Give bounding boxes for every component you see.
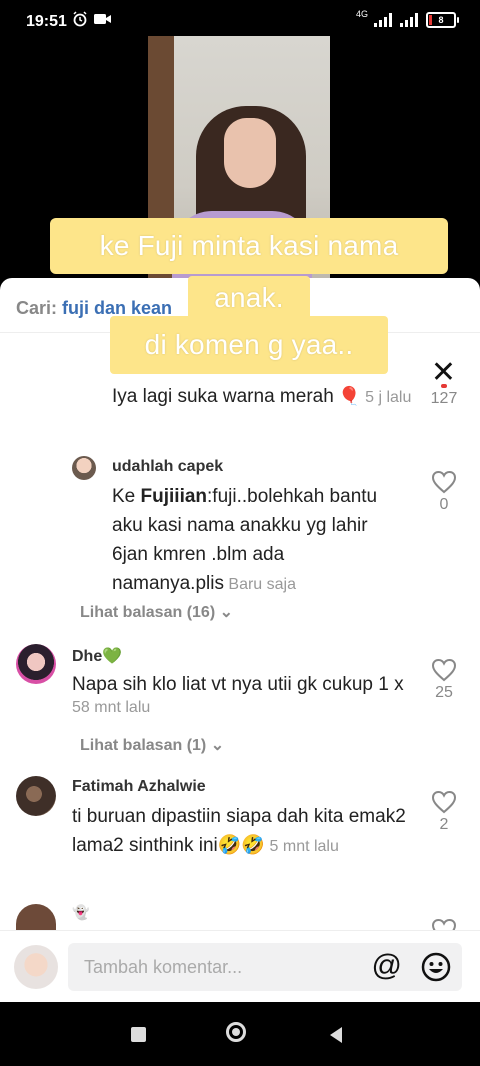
comment-time: Baru saja [228, 576, 296, 593]
chevron-down-icon: ⌄ [210, 737, 225, 754]
like-count: 0 [439, 496, 449, 513]
video-caption-line-2: anak. [188, 276, 310, 320]
video-caption-line-3: di komen g yaa.. [110, 316, 388, 374]
back-icon[interactable] [328, 1026, 344, 1044]
avatar[interactable] [16, 776, 56, 816]
comment-time: 5 j lalu [365, 389, 412, 406]
comment-item: Iya lagi suka warna merah 🎈 5 j lalu [112, 382, 422, 412]
video-camera-icon [94, 14, 111, 24]
like-button[interactable] [431, 918, 457, 930]
heart-icon [431, 658, 457, 682]
comment-input-placeholder: Tambah komentar... [84, 957, 243, 977]
comment-composer: Tambah komentar... @ [0, 930, 480, 1003]
comment-input[interactable]: Tambah komentar... @ [68, 943, 462, 991]
comments-sheet: Cari: fuji dan kean ✕ Iya lagi suka warn… [0, 278, 480, 1002]
like-button[interactable]: 0 [424, 470, 464, 514]
reply-mention[interactable]: Fujiiian [141, 486, 208, 507]
comment-item: Napa sih klo liat vt nya utii gk cukup 1… [72, 670, 417, 717]
comment-text: Iya lagi suka warna merah [112, 386, 334, 407]
view-replies-label: Lihat balasan (1) [80, 737, 207, 754]
alarm-icon [73, 11, 87, 27]
heart-icon [431, 790, 457, 814]
heart-emoji: 🎈 [338, 386, 361, 406]
heart-icon [431, 918, 457, 930]
comment-prefix: Ke [112, 486, 141, 507]
status-icons [72, 11, 112, 27]
network-type: 4G [355, 9, 368, 19]
comment-author[interactable]: udahlah capek [112, 458, 223, 476]
comment-text: Napa sih klo liat vt nya utii gk cukup 1… [72, 674, 404, 695]
home-button[interactable] [226, 1022, 246, 1042]
system-nav-bar [0, 1002, 480, 1066]
status-time: 19:51 [26, 13, 67, 30]
comment-item: ti buruan dipastiin siapa dah kita emak2… [72, 802, 417, 860]
comment-author[interactable]: Fatimah Azhalwie [72, 778, 206, 796]
avatar[interactable] [16, 904, 56, 930]
avatar[interactable] [72, 456, 96, 480]
at-icon[interactable]: @ [372, 949, 402, 983]
search-term[interactable]: fuji dan kean [62, 298, 172, 318]
emoji-icon[interactable] [420, 951, 452, 983]
comment-text: ti buruan dipastiin siapa dah kita emak2… [72, 806, 406, 856]
chevron-down-icon: ⌄ [219, 604, 234, 621]
view-replies-link[interactable]: Lihat balasan (16) ⌄ [80, 602, 233, 622]
like-count: 2 [439, 816, 449, 833]
view-replies-label: Lihat balasan (16) [80, 604, 216, 621]
comment-item: Ke Fujiiian:fuji..bolehkah bantu aku kas… [112, 482, 392, 598]
like-count: 127 [430, 390, 458, 407]
like-button[interactable]: 2 [424, 790, 464, 834]
battery-icon: 8 [426, 12, 459, 28]
video-caption-line-1: ke Fuji minta kasi nama [50, 218, 448, 274]
avatar[interactable] [16, 644, 56, 684]
comment-time: 58 mnt lalu [72, 699, 151, 716]
comment-author[interactable]: 👻 [72, 904, 89, 928]
recents-button[interactable] [131, 1027, 146, 1042]
search-label: Cari: [16, 298, 58, 318]
like-count: 25 [435, 684, 453, 701]
my-avatar[interactable] [14, 945, 58, 989]
signal-icon-2 [400, 13, 418, 27]
heart-icon [441, 384, 447, 388]
view-replies-link[interactable]: Lihat balasan (1) ⌄ [80, 735, 224, 755]
like-button[interactable]: 25 [424, 658, 464, 702]
signal-icon [374, 13, 392, 27]
comment-author[interactable]: Dhe💚 [72, 646, 122, 666]
heart-icon [431, 470, 457, 494]
status-right: 4G 8 [355, 9, 459, 28]
battery-level: 8 [438, 15, 444, 25]
like-button[interactable]: 127 [424, 384, 464, 408]
comment-time: 5 mnt lalu [269, 838, 339, 855]
